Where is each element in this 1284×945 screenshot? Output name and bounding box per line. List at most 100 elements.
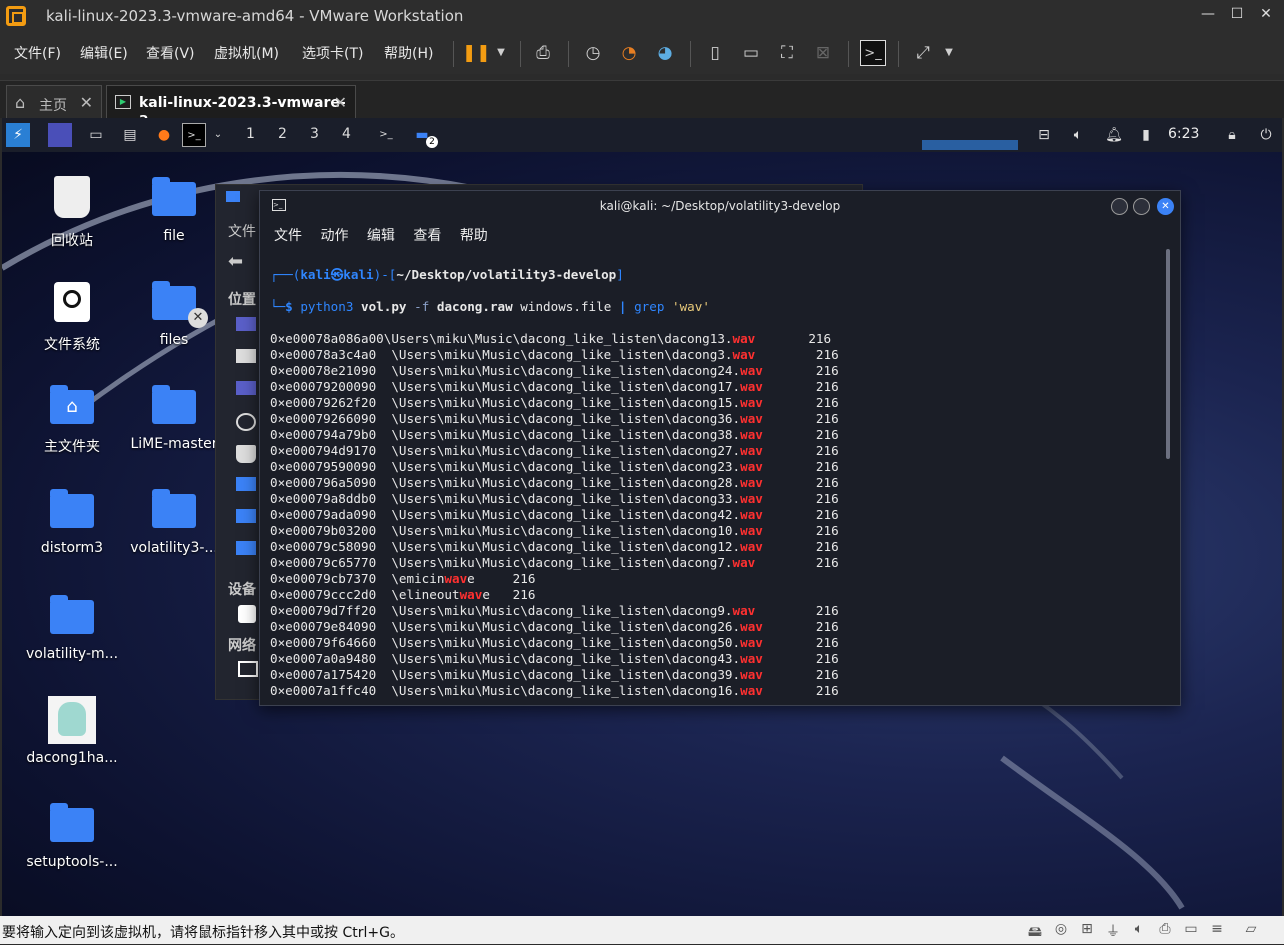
minimize-button[interactable]: — — [1198, 6, 1218, 22]
home-folder-icon: ⌂ — [50, 385, 94, 424]
terminal-menu-item[interactable]: 动作 — [320, 228, 348, 244]
menu-tabs[interactable]: 选项卡(T) — [302, 43, 363, 63]
menu-vm[interactable]: 虚拟机(M) — [214, 43, 279, 63]
terminal-menu-item[interactable]: 编辑 — [367, 228, 395, 244]
desktop-icon-trash[interactable]: 回收站 — [22, 176, 122, 250]
kali-menu-icon[interactable]: ⚡ — [6, 123, 30, 147]
thumbnail-bar-icon[interactable]: ▭ — [738, 40, 764, 66]
desktop-icon-volatility3[interactable]: volatility3-... — [124, 489, 224, 556]
show-desktop-icon[interactable] — [48, 123, 72, 147]
full-screen-icon[interactable]: ⛶ — [774, 40, 800, 66]
drive-icon[interactable] — [238, 605, 256, 623]
menu-view[interactable]: 查看(V) — [146, 43, 195, 63]
menu-file[interactable]: 文件(F) — [14, 43, 61, 63]
message-log-icon[interactable]: ≡ — [1208, 921, 1226, 939]
trash-icon — [54, 176, 90, 218]
scrollbar[interactable] — [1166, 249, 1170, 459]
network-heading: 网络 — [228, 638, 256, 654]
title-bar: kali-linux-2023.3-vmware-amd64 - VMware … — [0, 0, 1284, 32]
vm-screen[interactable]: to hear" ⚡ ▭ ▤ ● >_ ⌄ 1 2 3 4 >_ ▬ 2 ⊟ 🔈… — [2, 118, 1282, 916]
network-adapter-icon[interactable]: ⊞ — [1078, 921, 1096, 939]
lock-icon[interactable]: 🔒︎ — [1220, 123, 1244, 147]
desktop-icon-volatility[interactable]: volatility-m... — [22, 595, 122, 662]
tab-vm[interactable]: ▶ kali-linux-2023.3-vmware-a... ✕ — [106, 85, 356, 127]
notification-bell-icon[interactable]: 🔔︎ — [1102, 123, 1126, 147]
folder-icon — [50, 595, 94, 634]
back-arrow-icon[interactable]: ⬅ — [228, 251, 243, 272]
network-icon[interactable]: ⊟ — [1032, 123, 1056, 147]
command-line: └─$ python3 vol.py -f dacong.raw windows… — [270, 299, 710, 314]
chevron-down-icon[interactable]: ▼ — [936, 40, 962, 66]
panel-clock[interactable]: 6:23 — [1168, 126, 1199, 142]
cpu-graph — [922, 140, 1018, 150]
result-row: 0×e00078a086a00\Users\miku\Music\dacong_… — [270, 331, 832, 346]
send-ctrl-alt-del-icon[interactable]: ⎙ — [530, 40, 556, 66]
vmware-logo-icon — [6, 6, 26, 26]
stretch-icon[interactable]: ⤢ — [910, 40, 936, 66]
desktop-icon-file[interactable]: file — [124, 177, 224, 244]
battery-icon[interactable]: ▮ — [1134, 123, 1158, 147]
snapshot-icon[interactable]: ◷ — [580, 40, 606, 66]
menu-edit[interactable]: 编辑(E) — [80, 43, 128, 63]
desktop-icon-dacong-image[interactable]: dacong1ha... — [22, 696, 122, 766]
desktop-icon-setuptools[interactable]: setuptools-... — [22, 803, 122, 870]
cd-drive-icon[interactable]: ◎ — [1052, 921, 1070, 939]
file-manager-menu-file[interactable]: 文件 — [228, 221, 256, 241]
terminal-menu-item[interactable]: 查看 — [413, 228, 441, 244]
unity-icon[interactable]: ⊠ — [810, 40, 836, 66]
terminal-task-icon[interactable]: >_ — [374, 123, 398, 147]
desktop-icon-files[interactable]: ✕ files — [124, 281, 224, 348]
toolbar-divider — [848, 41, 849, 67]
task-count-badge: 2 — [426, 136, 438, 148]
chevron-down-icon[interactable]: ▼ — [488, 40, 514, 66]
pause-icon[interactable]: ❚❚ — [462, 40, 491, 66]
window-title: kali-linux-2023.3-vmware-amd64 - VMware … — [46, 7, 464, 25]
close-button[interactable]: ✕ — [1157, 198, 1174, 215]
text-editor-icon[interactable]: ▤ — [118, 123, 142, 147]
terminal-output[interactable]: ┌──(kali㉿kali)-[~/Desktop/volatility3-de… — [270, 251, 1160, 701]
sound-card-icon[interactable]: 🔈︎ — [1130, 921, 1148, 939]
workspace-1[interactable]: 1 — [246, 126, 255, 142]
menu-bar: 文件(F) 编辑(E) 查看(V) 虚拟机(M) 选项卡(T) 帮助(H) ❚❚… — [0, 32, 1284, 74]
notes-icon[interactable]: ▱ — [1242, 921, 1260, 939]
display-icon[interactable]: ▭ — [1182, 921, 1200, 939]
desktop-icon-home[interactable]: ⌂ 主文件夹 — [22, 385, 122, 456]
terminal-menu-item[interactable]: 文件 — [274, 228, 302, 244]
result-row: 0×e00079c58090 \Users\miku\Music\dacong_… — [270, 539, 839, 554]
menu-help[interactable]: 帮助(H) — [384, 43, 433, 63]
desktop-icon-lime[interactable]: LiME-master — [124, 385, 224, 452]
tab-home[interactable]: ⌂ 主页 ✕ — [6, 85, 102, 119]
workspace-4[interactable]: 4 — [342, 126, 351, 142]
snapshot-manager-icon[interactable]: ◕ — [652, 40, 678, 66]
usb-icon[interactable]: ⏚ — [1104, 921, 1122, 940]
network-icon[interactable] — [238, 661, 258, 677]
firefox-icon[interactable]: ● — [152, 123, 176, 147]
desktop-icon-distorm3[interactable]: distorm3 — [22, 489, 122, 556]
maximize-button[interactable] — [1133, 198, 1150, 215]
result-row: 0×e00079590090 \Users\miku\Music\dacong_… — [270, 459, 839, 474]
printer-icon[interactable]: ⎙ — [1156, 921, 1174, 939]
workspace-2[interactable]: 2 — [278, 126, 287, 142]
workspace-3[interactable]: 3 — [310, 126, 319, 142]
desktop-icon-filesystem[interactable]: 文件系统 — [22, 282, 122, 354]
volume-icon[interactable]: 🔈︎ — [1066, 123, 1090, 147]
revert-snapshot-icon[interactable]: ◔ — [616, 40, 642, 66]
tab-close-icon[interactable]: ✕ — [80, 93, 93, 112]
terminal-menu-item[interactable]: 帮助 — [460, 228, 488, 244]
minimize-button[interactable] — [1111, 198, 1128, 215]
result-row: 0×e00079e84090 \Users\miku\Music\dacong_… — [270, 619, 839, 634]
chevron-down-icon[interactable]: ⌄ — [206, 123, 230, 147]
result-row: 0×e00079266090 \Users\miku\Music\dacong_… — [270, 411, 839, 426]
file-manager-icon[interactable]: ▭ — [84, 123, 108, 147]
logout-icon[interactable]: ⏻ — [1254, 123, 1278, 147]
close-button[interactable]: ✕ — [1256, 6, 1276, 22]
terminal-title: kali@kali: ~/Desktop/volatility3-develop — [599, 199, 841, 213]
tab-close-icon[interactable]: ✕ — [334, 93, 347, 112]
terminal-window[interactable]: >_ kali@kali: ~/Desktop/volatility3-deve… — [259, 190, 1181, 706]
maximize-button[interactable]: ☐ — [1227, 6, 1247, 22]
terminal-icon[interactable]: >_ — [182, 123, 206, 147]
hard-disk-icon[interactable]: 🖴︎ — [1026, 921, 1044, 940]
sidebar-toggle-icon[interactable]: ▯ — [702, 40, 728, 66]
toolbar-divider — [520, 41, 521, 67]
console-view-icon[interactable]: >_ — [860, 40, 886, 66]
